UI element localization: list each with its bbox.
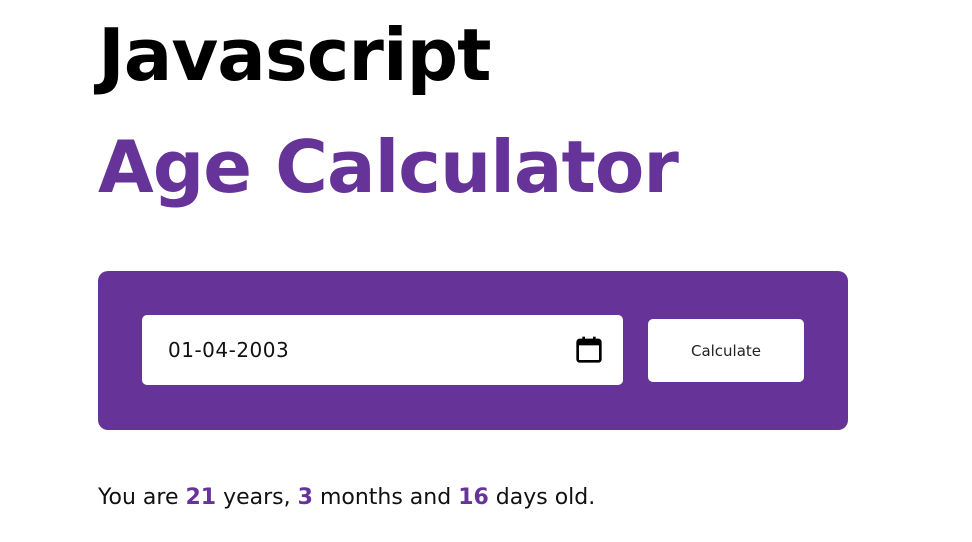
page-subtitle: Age Calculator [98, 125, 679, 209]
birthdate-input[interactable]: 01-04-2003 [142, 315, 623, 385]
result-days: 16 [458, 485, 489, 510]
result-years: 21 [185, 485, 217, 510]
page-title: Javascript [98, 13, 492, 97]
calculate-button[interactable]: Calculate [648, 319, 804, 382]
result-months-label: months and [312, 485, 459, 510]
result-years-label: years, [216, 485, 298, 510]
calculator-panel: 01-04-2003 Calculate [98, 271, 848, 430]
result-prefix: You are [98, 485, 186, 510]
calendar-icon[interactable] [573, 334, 605, 366]
page: Javascript Age Calculator 01-04-2003 Cal… [0, 0, 972, 542]
age-result: You are 21 years, 3 months and 16 days o… [98, 481, 595, 515]
birthdate-value: 01-04-2003 [168, 338, 290, 362]
result-days-label: days old. [488, 485, 596, 510]
result-months: 3 [297, 485, 313, 510]
